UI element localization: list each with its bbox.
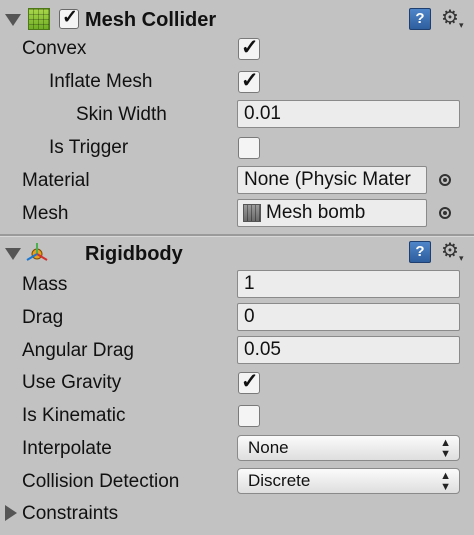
caret-down-icon: ▾ bbox=[458, 253, 464, 263]
collision-detection-dropdown[interactable]: Discrete ▲ ▼ bbox=[237, 468, 460, 494]
collision-detection-label: Collision Detection bbox=[22, 471, 180, 492]
interpolate-dropdown[interactable]: None ▲ ▼ bbox=[237, 435, 460, 461]
help-book-icon[interactable]: ? bbox=[409, 241, 431, 263]
mesh-value: Mesh bomb bbox=[266, 202, 366, 223]
angular-drag-label: Angular Drag bbox=[22, 340, 134, 361]
checkmark-icon: ✓ bbox=[241, 36, 259, 59]
inflate-mesh-checkbox[interactable]: ✓ bbox=[238, 69, 260, 93]
skin-width-field[interactable]: 0.01 bbox=[237, 100, 460, 128]
mass-label: Mass bbox=[22, 274, 68, 295]
collision-detection-value: Discrete bbox=[248, 471, 311, 490]
dropdown-arrows-icon: ▲ ▼ bbox=[440, 470, 451, 493]
use-gravity-label: Use Gravity bbox=[22, 372, 122, 393]
is-trigger-label: Is Trigger bbox=[49, 137, 129, 158]
inflate-mesh-label: Inflate Mesh bbox=[49, 71, 153, 92]
is-trigger-checkbox[interactable] bbox=[238, 137, 260, 159]
mesh-field[interactable]: Mesh bomb bbox=[237, 199, 427, 227]
mass-field[interactable]: 1 bbox=[237, 270, 460, 298]
mesh-picker-icon[interactable] bbox=[437, 205, 453, 221]
material-picker-icon[interactable] bbox=[437, 172, 453, 188]
angular-drag-field[interactable]: 0.05 bbox=[237, 336, 460, 364]
mesh-collider-foldout-icon[interactable] bbox=[5, 14, 21, 26]
help-book-icon[interactable]: ? bbox=[409, 8, 431, 30]
mesh-collider-header[interactable]: ✓ Mesh Collider ? ⚙▾ bbox=[0, 2, 474, 36]
mesh-collider-title: Mesh Collider bbox=[85, 9, 217, 31]
constraints-foldout-icon[interactable] bbox=[5, 505, 17, 521]
mesh-collider-icon bbox=[28, 8, 50, 30]
gear-glyph: ⚙ bbox=[441, 7, 459, 29]
material-label: Material bbox=[22, 170, 90, 191]
convex-checkbox[interactable]: ✓ bbox=[238, 36, 260, 60]
mesh-collider-enable-checkbox[interactable]: ✓ bbox=[59, 7, 79, 29]
mesh-asset-icon bbox=[243, 204, 261, 222]
is-kinematic-label: Is Kinematic bbox=[22, 405, 126, 426]
drag-field[interactable]: 0 bbox=[237, 303, 460, 331]
mesh-label: Mesh bbox=[22, 203, 69, 224]
convex-label: Convex bbox=[22, 38, 87, 59]
gear-icon[interactable]: ⚙▾ bbox=[441, 7, 463, 36]
material-field[interactable]: None (Physic Mater bbox=[237, 166, 427, 194]
interpolate-label: Interpolate bbox=[22, 438, 112, 459]
dropdown-arrows-icon: ▲ ▼ bbox=[440, 437, 451, 460]
is-kinematic-checkbox[interactable] bbox=[238, 405, 260, 427]
checkmark-icon: ✓ bbox=[241, 370, 259, 393]
constraints-label[interactable]: Constraints bbox=[22, 502, 118, 526]
use-gravity-checkbox[interactable]: ✓ bbox=[238, 370, 260, 394]
interpolate-value: None bbox=[248, 438, 289, 457]
rigidbody-foldout-icon[interactable] bbox=[5, 248, 21, 260]
drag-label: Drag bbox=[22, 307, 64, 328]
skin-width-label: Skin Width bbox=[76, 104, 167, 125]
rigidbody-icon bbox=[26, 243, 48, 261]
gear-glyph: ⚙ bbox=[441, 240, 459, 262]
rigidbody-header[interactable]: Rigidbody ? ⚙▾ bbox=[0, 238, 474, 272]
caret-down-icon: ▾ bbox=[458, 20, 464, 30]
component-separator bbox=[0, 234, 474, 237]
gear-icon[interactable]: ⚙▾ bbox=[441, 240, 463, 269]
checkmark-icon: ✓ bbox=[62, 7, 78, 28]
rigidbody-title: Rigidbody bbox=[85, 243, 183, 265]
checkmark-icon: ✓ bbox=[241, 69, 259, 92]
